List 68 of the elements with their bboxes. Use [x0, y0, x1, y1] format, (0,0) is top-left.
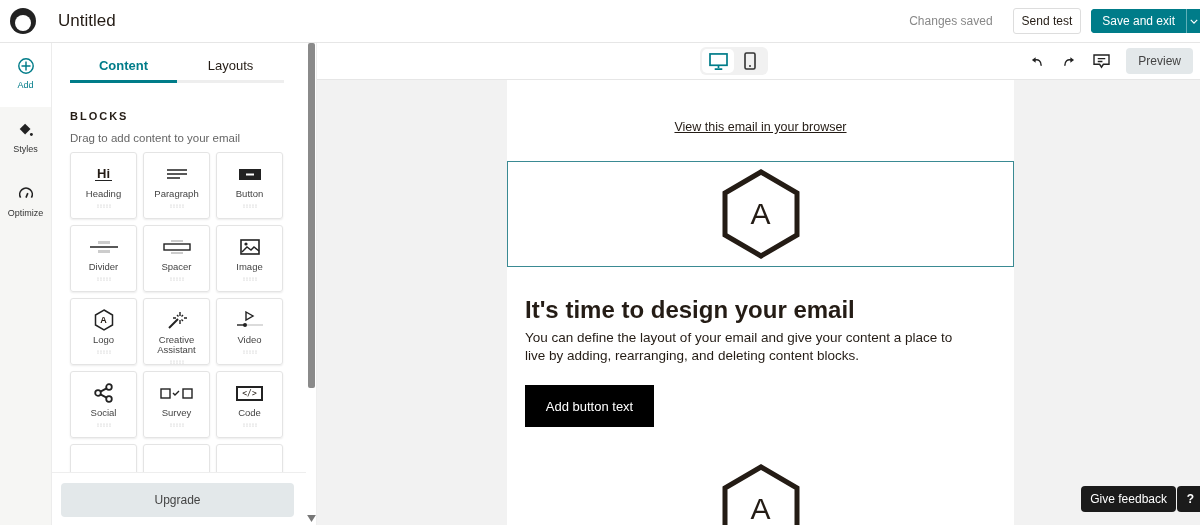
block-tile[interactable]: Video — [216, 298, 283, 365]
block-label: Button — [235, 189, 264, 199]
image-icon — [239, 239, 260, 255]
logo-block[interactable]: A — [507, 427, 1014, 525]
hexagon-logo-icon: A — [93, 309, 114, 331]
panel-tab[interactable]: Content — [70, 54, 177, 83]
play-slider-icon — [235, 311, 264, 329]
block-label: Spacer — [161, 262, 192, 272]
block-tile[interactable]: Spacer — [143, 225, 210, 292]
comment-icon[interactable] — [1093, 53, 1111, 69]
block-label: Video — [237, 335, 262, 345]
block-tile[interactable]: A Logo — [70, 298, 137, 365]
hexagon-logo: A — [720, 169, 801, 259]
rail-item[interactable]: Styles — [0, 107, 51, 171]
scroll-down-icon[interactable] — [306, 515, 316, 522]
block-label: Creative Assistant — [156, 335, 197, 355]
block-tile[interactable]: Divider — [70, 225, 137, 292]
block-label: Social — [90, 408, 117, 418]
magic-wand-icon — [166, 310, 187, 330]
help-button[interactable]: ? — [1176, 486, 1200, 512]
block-tile[interactable]: Survey — [143, 371, 210, 438]
button-block-icon — [238, 168, 261, 180]
send-test-button[interactable]: Send test — [1012, 8, 1082, 34]
app-logo-icon[interactable] — [8, 6, 38, 36]
logo-block[interactable]: A — [507, 161, 1014, 267]
block-label: Logo — [92, 335, 115, 345]
redo-icon[interactable] — [1062, 55, 1076, 67]
plus-circle-icon — [16, 57, 35, 75]
block-label: Paragraph — [154, 189, 199, 199]
save-status: Changes saved — [909, 14, 993, 28]
caret-icon — [1190, 18, 1198, 24]
desktop-view-button[interactable] — [702, 49, 735, 73]
block-tile[interactable]: Hi Heading — [70, 152, 137, 219]
email-heading: It's time to design your email — [525, 296, 856, 324]
blocks-hint: Drag to add content to your email — [70, 132, 242, 144]
rail-item[interactable]: Optimize — [0, 171, 51, 235]
block-label: Survey — [161, 408, 192, 418]
block-tile[interactable]: </> Code — [216, 371, 283, 438]
give-feedback-button[interactable]: Give feedback — [1081, 486, 1176, 512]
email-button[interactable]: Add button text — [525, 385, 654, 427]
hexagon-logo: A — [720, 464, 801, 525]
share-icon — [93, 383, 114, 403]
block-label: Code — [238, 408, 261, 418]
upgrade-button[interactable]: Upgrade — [61, 483, 294, 517]
campaign-title: Untitled — [58, 11, 116, 31]
panel-tab[interactable]: Layouts — [177, 54, 284, 83]
block-label: Heading — [85, 189, 122, 199]
preview-button[interactable]: Preview — [1126, 48, 1193, 74]
spacer-icon — [162, 240, 191, 254]
monitor-icon — [708, 52, 728, 70]
blocks-heading: BLOCKS — [70, 110, 130, 122]
view-in-browser-link[interactable]: View this email in your browser — [674, 120, 847, 134]
block-tile[interactable]: Image — [216, 225, 283, 292]
rail-item[interactable]: Add — [0, 43, 51, 107]
email-paragraph: You can define the layout of your email and give your content a place to live by adding, rearranging, and deleting content blocks. — [525, 329, 954, 365]
block-tile[interactable]: Button — [216, 152, 283, 219]
block-tile[interactable]: Paragraph — [143, 152, 210, 219]
block-label: Image — [236, 262, 263, 272]
block-label: Divider — [88, 262, 119, 272]
phone-icon — [744, 52, 757, 70]
checkboxes-icon — [159, 387, 194, 399]
undo-icon[interactable] — [1031, 55, 1045, 67]
text-lines-icon — [165, 168, 188, 180]
block-tile[interactable]: Creative Assistant — [143, 298, 210, 365]
divider-icon — [89, 240, 118, 254]
block-tile[interactable]: Social — [70, 371, 137, 438]
code-icon: </> — [236, 385, 263, 401]
scrollbar-thumb[interactable] — [307, 43, 315, 388]
